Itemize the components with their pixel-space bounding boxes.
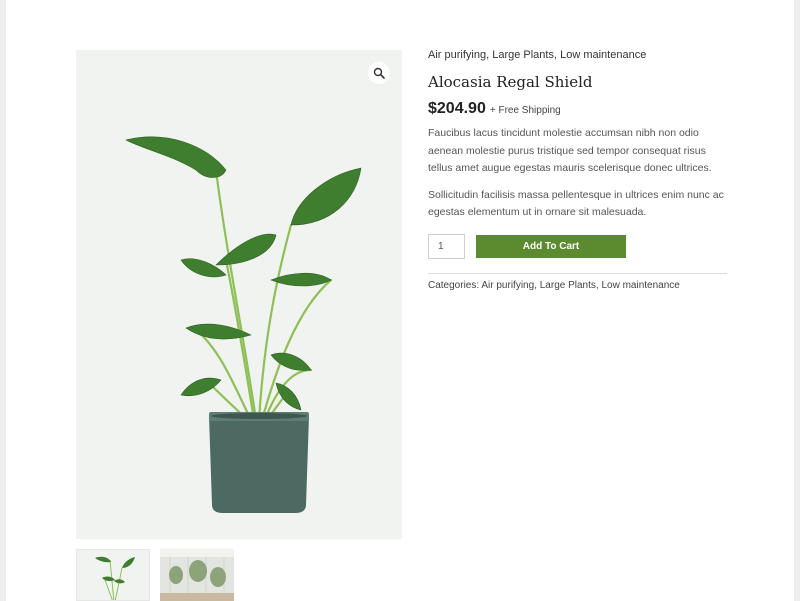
product-title: Alocasia Regal Shield [428,73,593,91]
quantity-input[interactable] [428,233,465,259]
thumbnail-2[interactable] [160,549,234,601]
tag-link-air-purifying[interactable]: Air purifying [428,49,486,61]
product-image [125,136,362,513]
product-summary: Air purifying, Large Plants, Low mainten… [428,48,728,291]
category-link-large-plants[interactable]: Large Plants [540,280,596,291]
category-link-air-purifying[interactable]: Air purifying [481,280,534,291]
tag-link-large-plants[interactable]: Large Plants [492,49,554,61]
thumbnail-room-image [160,549,234,601]
magnifier-icon [373,67,385,79]
divider [428,272,727,274]
product-tags: Air purifying, Large Plants, Low mainten… [428,49,647,61]
product-description: Faucibus lacus tincidunt molestie accums… [428,127,712,174]
thumbnail-plant-image [95,556,135,600]
zoom-button[interactable] [368,62,390,84]
product-description-secondary: Sollicitudin facilisis massa pellentesqu… [428,188,724,219]
add-to-cart-form: Add To Cart [428,233,728,259]
product-price: $204.90 [428,100,486,117]
add-to-cart-button[interactable]: Add To Cart [476,234,626,258]
categories-label: Categories: [428,279,480,291]
product-categories: Categories: Air purifying, Large Plants,… [428,279,680,291]
thumbnail-1[interactable] [76,549,150,601]
shipping-note: + Free Shipping [489,105,561,116]
tag-link-low-maintenance[interactable]: Low maintenance [560,49,646,61]
price-row: $204.90 + Free Shipping [428,100,728,118]
product-image-gallery[interactable] [76,50,402,539]
category-link-low-maintenance[interactable]: Low maintenance [601,280,679,291]
page: Air purifying, Large Plants, Low mainten… [6,0,794,601]
